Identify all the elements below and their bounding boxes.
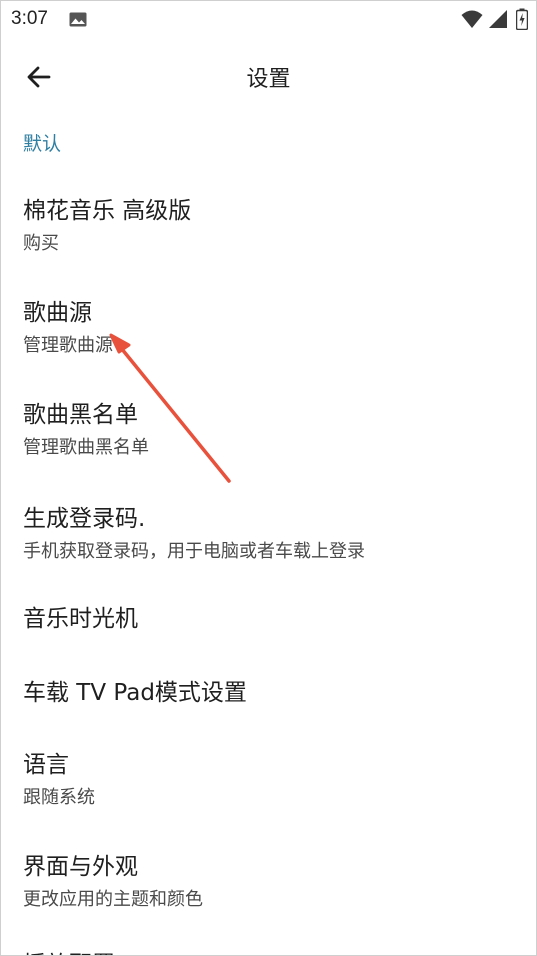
status-bar: 3:07 <box>1 1 536 37</box>
setting-subtitle: 更改应用的主题和颜色 <box>23 889 203 910</box>
setting-item-appearance[interactable]: 界面与外观 更改应用的主题和颜色 <box>1 835 536 921</box>
setting-title: 歌曲黑名单 <box>23 402 138 428</box>
settings-screen: 3:07 设置 默认 棉花音乐 高级版 购买 歌曲源 管理歌曲源 歌曲黑名单 管… <box>0 0 537 956</box>
setting-item-premium[interactable]: 棉花音乐 高级版 购买 <box>1 179 536 265</box>
status-time: 3:07 <box>11 8 48 29</box>
setting-title: 音乐时光机 <box>23 606 138 632</box>
battery-icon <box>516 8 528 30</box>
app-bar: 设置 <box>1 47 536 107</box>
section-header-default: 默认 <box>23 133 62 155</box>
gallery-icon <box>69 12 87 27</box>
setting-title: 歌曲源 <box>23 300 92 326</box>
setting-title: 车载 TV Pad模式设置 <box>23 680 247 706</box>
setting-title: 语言 <box>23 752 69 778</box>
setting-subtitle: 购买 <box>23 233 59 254</box>
setting-item-login-code[interactable]: 生成登录码. 手机获取登录码，用于电脑或者车载上登录 <box>1 487 536 573</box>
setting-item-time-machine[interactable]: 音乐时光机 <box>1 591 536 647</box>
page-title: 设置 <box>246 67 291 92</box>
setting-title: 生成登录码. <box>23 506 146 532</box>
setting-subtitle: 跟随系统 <box>23 787 95 808</box>
setting-item-song-blacklist[interactable]: 歌曲黑名单 管理歌曲黑名单 <box>1 383 536 469</box>
setting-item-song-source[interactable]: 歌曲源 管理歌曲源 <box>1 281 536 367</box>
setting-subtitle: 管理歌曲源 <box>23 335 113 356</box>
setting-title: 棉花音乐 高级版 <box>23 198 192 224</box>
setting-subtitle: 管理歌曲黑名单 <box>23 437 149 458</box>
setting-subtitle: 手机获取登录码，用于电脑或者车载上登录 <box>23 541 365 562</box>
setting-title: 界面与外观 <box>23 854 138 880</box>
setting-item-playback-config[interactable]: 播放配置 <box>1 937 536 955</box>
wifi-icon <box>461 10 483 28</box>
setting-item-language[interactable]: 语言 跟随系统 <box>1 733 536 819</box>
signal-icon <box>489 10 507 28</box>
setting-title: 播放配置 <box>23 945 115 955</box>
setting-item-car-tv-pad-mode[interactable]: 车载 TV Pad模式设置 <box>1 661 536 717</box>
